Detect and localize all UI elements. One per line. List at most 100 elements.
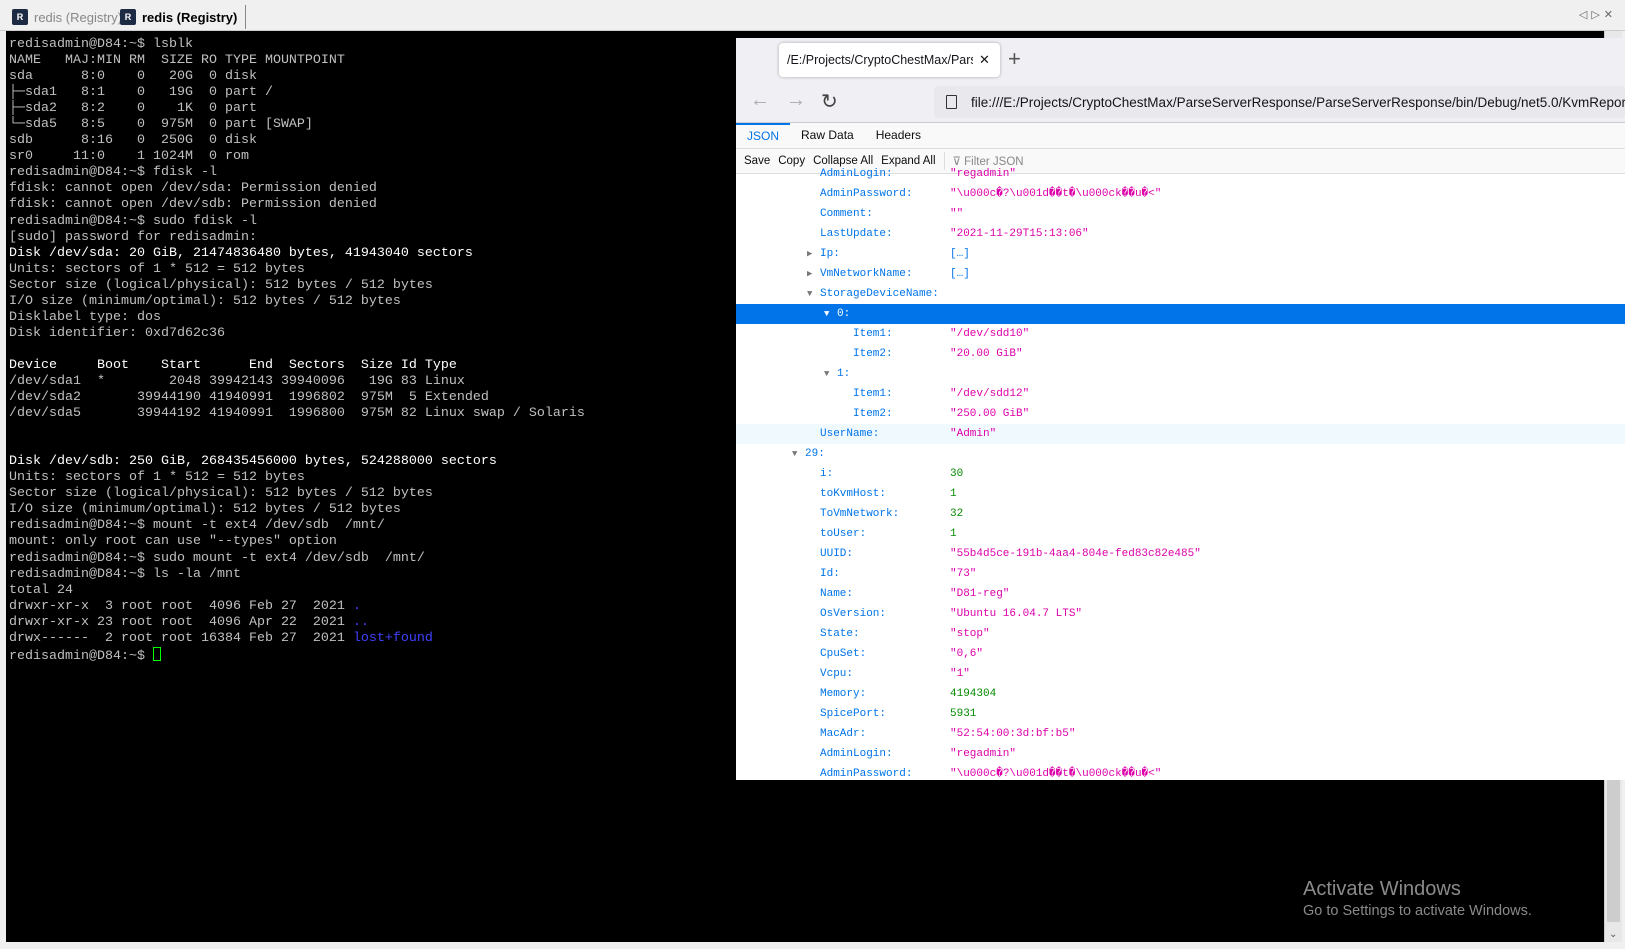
terminal-line-text: Disk identifier: 0xd7d62c36 [9, 325, 225, 341]
json-row[interactable]: Item1: "/dev/sdd12" [736, 384, 1625, 404]
tab-json[interactable]: JSON [736, 123, 791, 148]
json-key: toKvmHost: [820, 488, 887, 500]
json-row[interactable]: Name: "D81-reg" [736, 584, 1625, 604]
terminal-line-text: Disk /dev/sda: 20 GiB, 21474836480 bytes… [9, 245, 473, 261]
json-value: "stop" [950, 628, 990, 640]
json-key: i: [820, 468, 834, 480]
terminal-line: sdb 8:16 0 250G 0 disk [9, 133, 585, 149]
json-value: "1" [950, 668, 970, 680]
terminal-line-text: drwx------ 2 root root 16384 Feb 27 2021 [9, 630, 353, 646]
json-key: toUser: [820, 528, 867, 540]
json-row[interactable]: ▼ 1: [736, 364, 1625, 384]
collapsed-arrow-icon[interactable]: ▶ [807, 244, 812, 264]
terminal-line-text: redisadmin@D84:~$ fdisk -l [9, 165, 217, 181]
json-value: "/dev/sdd12" [950, 388, 1030, 400]
terminal-line-text: /dev/sda5 39944192 41940991 1996800 975M… [9, 406, 585, 422]
json-value: "2021-11-29T15:13:06" [950, 228, 1089, 240]
json-row[interactable]: ▼ StorageDeviceName: [736, 284, 1625, 304]
app-tab-label: redis (Registry) [34, 9, 123, 25]
json-row[interactable]: Memory: 4194304 [736, 684, 1625, 704]
json-key: 29: [805, 448, 825, 460]
json-row[interactable]: SpicePort: 5931 [736, 704, 1625, 724]
url-text: file:///E:/Projects/CryptoChestMax/Parse… [971, 94, 1625, 110]
json-value: "73" [950, 568, 977, 580]
json-row[interactable]: toKvmHost: 1 [736, 484, 1625, 504]
back-arrow-icon[interactable]: ← [750, 89, 770, 112]
terminal-line: Units: sectors of 1 * 512 = 512 bytes [9, 470, 585, 486]
url-bar[interactable]: file:///E:/Projects/CryptoChestMax/Parse… [934, 86, 1625, 118]
close-tab-icon[interactable]: ✕ [979, 52, 990, 68]
terminal-line-text: drwxr-xr-x 3 root root 4096 Feb 27 2021 [9, 598, 353, 614]
forward-arrow-icon[interactable]: → [786, 89, 806, 112]
json-row[interactable]: State: "stop" [736, 624, 1625, 644]
next-tab-icon[interactable]: ▷ [1591, 9, 1603, 21]
terminal-output: redisadmin@D84:~$ lsblk NAME MAJ:MIN RM S… [9, 37, 585, 665]
json-row[interactable]: ToVmNetwork: 32 [736, 504, 1625, 524]
collapsed-arrow-icon[interactable]: ▶ [807, 264, 812, 284]
json-row[interactable]: i: 30 [736, 464, 1625, 484]
json-row[interactable]: ▼ 29: [736, 444, 1625, 464]
json-row[interactable]: UUID: "55b4d5ce-191b-4aa4-804e-fed83c82e4… [736, 544, 1625, 564]
terminal-line: redisadmin@D84:~$ lsblk [9, 37, 585, 53]
prev-tab-icon[interactable]: ◁ [1579, 9, 1591, 21]
terminal-line: Device Boot Start End Sectors Size Id Ty… [9, 358, 585, 374]
json-row[interactable]: toUser: 1 [736, 524, 1625, 544]
json-row[interactable]: Comment: "" [736, 204, 1625, 224]
terminal-line: NAME MAJ:MIN RM SIZE RO TYPE MOUNTPOINT [9, 53, 585, 69]
json-value: "\u000c�?\u001d��t�\u000ck��u�<" [950, 768, 1162, 780]
terminal-line-text: I/O size (minimum/optimal): 512 bytes / … [9, 502, 401, 518]
json-key: Vcpu: [820, 668, 854, 680]
json-row[interactable]: AdminLogin: "regadmin" [736, 744, 1625, 764]
expanded-arrow-icon[interactable]: ▼ [807, 284, 812, 304]
json-row[interactable]: Item1: "/dev/sdd10" [736, 324, 1625, 344]
json-row[interactable]: OsVersion: "Ubuntu 16.04.7 LTS" [736, 604, 1625, 624]
scroll-down-icon[interactable]: ⌄ [1609, 929, 1617, 940]
terminal-line-text: Sector size (logical/physical): 512 byte… [9, 486, 433, 502]
reload-icon[interactable]: ↻ [821, 89, 838, 114]
json-row[interactable]: Item2: "250.00 GiB" [736, 404, 1625, 424]
json-row[interactable]: AdminLogin: "regadmin" [736, 164, 1625, 184]
json-row[interactable]: ▶ VmNetworkName: […] [736, 264, 1625, 284]
json-row[interactable]: AdminPassword: "\u000c�?\u001d��t�\u000ck… [736, 764, 1625, 780]
json-row[interactable]: Id: "73" [736, 564, 1625, 584]
json-key: LastUpdate: [820, 228, 893, 240]
terminal-line-text: /dev/sda1 * 2048 39942143 39940096 19G 8… [9, 373, 465, 389]
expanded-arrow-icon[interactable]: ▼ [792, 444, 797, 464]
json-value: "/dev/sdd10" [950, 328, 1030, 340]
json-tree: AdminLogin: "regadmin" AdminPassword: "\u00… [736, 168, 1625, 780]
tab-raw-data[interactable]: Raw Data [790, 123, 865, 148]
status-strip [0, 942, 1625, 949]
terminal-line-text: redisadmin@D84:~$ sudo mount -t ext4 /de… [9, 550, 425, 566]
json-key: AdminLogin: [820, 168, 893, 180]
close-icon[interactable]: ✕ [1604, 9, 1617, 21]
json-row[interactable]: CpuSet: "0,6" [736, 644, 1625, 664]
json-value: 4194304 [950, 688, 997, 700]
watermark-title: Activate Windows [1303, 878, 1461, 900]
expanded-arrow-icon[interactable]: ▼ [824, 304, 829, 324]
terminal-line: Disk identifier: 0xd7d62c36 [9, 326, 585, 342]
json-key: Ip: [820, 248, 840, 260]
new-tab-button[interactable]: + [1008, 46, 1021, 72]
app-tab-redis-registry-2[interactable]: R redis (Registry) [120, 5, 247, 29]
json-row[interactable]: Vcpu: "1" [736, 664, 1625, 684]
activate-windows-watermark: Activate Windows Go to Settings to activ… [1303, 878, 1532, 919]
terminal-line: sr0 11:0 1 1024M 0 rom [9, 149, 585, 165]
json-row[interactable]: LastUpdate: "2021-11-29T15:13:06" [736, 224, 1625, 244]
json-row[interactable]: ▼ 0: [736, 304, 1625, 324]
json-value: 32 [950, 508, 964, 520]
json-row[interactable]: UserName: "Admin" [736, 424, 1625, 444]
json-value: "regadmin" [950, 748, 1017, 760]
json-key: SpicePort: [820, 708, 887, 720]
terminal-line: Units: sectors of 1 * 512 = 512 bytes [9, 262, 585, 278]
json-row[interactable]: AdminPassword: "\u000c�?\u001d��t�\u000ck… [736, 184, 1625, 204]
json-row[interactable]: MacAdr: "52:54:00:3d:bf:b5" [736, 724, 1625, 744]
terminal-line: I/O size (minimum/optimal): 512 bytes / … [9, 294, 585, 310]
json-row[interactable]: ▶ Ip: […] [736, 244, 1625, 264]
json-row[interactable]: Item2: "20.00 GiB" [736, 344, 1625, 364]
browser-tab[interactable]: /E:/Projects/CryptoChestMax/ParseServerR… [779, 43, 1000, 77]
tab-headers[interactable]: Headers [865, 123, 932, 148]
terminal-line-text: └─sda5 8:5 0 975M 0 part [SWAP] [9, 117, 313, 133]
app-tab-redis-registry-1[interactable]: R redis (Registry) [12, 5, 122, 29]
expanded-arrow-icon[interactable]: ▼ [824, 364, 829, 384]
